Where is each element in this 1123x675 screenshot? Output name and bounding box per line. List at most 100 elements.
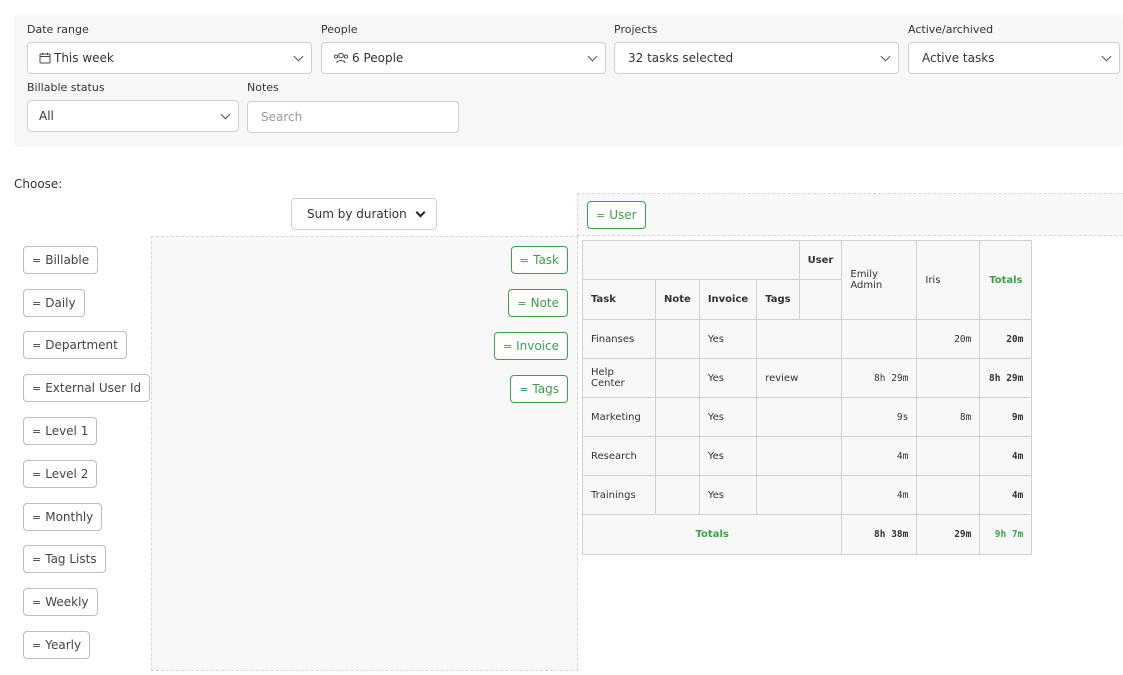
field-chip-label: Yearly xyxy=(45,638,82,652)
user-column-emily-admin: Emily Admin xyxy=(841,240,918,320)
people-label: People xyxy=(321,23,358,36)
notes-search-placeholder: Search xyxy=(261,110,303,124)
row-field-chip-invoice[interactable]: = Invoice xyxy=(493,332,568,360)
iris-value-cell xyxy=(916,358,981,398)
row-header-task: Task xyxy=(582,279,656,320)
sum-by-select[interactable]: Sum by duration xyxy=(291,198,437,230)
field-chip-department[interactable]: = Department xyxy=(23,331,127,359)
active-archived-field: Active/archived xyxy=(908,22,993,38)
row-total-cell: 20m xyxy=(979,319,1033,359)
field-chip-label: Tag Lists xyxy=(45,552,97,566)
row-field-chip-tags[interactable]: = Tags xyxy=(510,375,568,403)
note-cell xyxy=(655,475,700,515)
active-archived-select[interactable]: Active tasks xyxy=(908,42,1120,74)
grand-total-cell: 9h 7m xyxy=(979,514,1033,555)
drag-handle-icon: = xyxy=(519,253,530,267)
people-icon xyxy=(333,52,349,64)
row-field-chip-label: Note xyxy=(530,296,559,310)
drag-handle-icon: = xyxy=(32,424,42,438)
task-cell: Trainings xyxy=(582,475,656,515)
pivot-table: User Emily Admin Iris Totals Task Note I… xyxy=(581,240,1033,555)
date-range-select[interactable]: This week xyxy=(27,42,312,74)
totals-row-label: Totals xyxy=(581,514,843,555)
iris-total-cell: 29m xyxy=(916,514,981,555)
row-total-cell: 4m xyxy=(979,475,1033,515)
drag-handle-icon: = xyxy=(32,552,42,566)
totals-row: Totals 8h 38m 29m 9h 7m xyxy=(581,514,1033,555)
projects-value: 32 tasks selected xyxy=(628,51,734,65)
column-field-chip-label: User xyxy=(609,208,637,222)
field-chip-weekly[interactable]: = Weekly xyxy=(23,588,98,616)
chevron-down-icon xyxy=(220,109,231,120)
people-value: 6 People xyxy=(352,51,404,65)
date-range-field: Date range xyxy=(27,22,89,38)
calendar-icon xyxy=(39,52,51,64)
billable-status-select[interactable]: All xyxy=(27,100,239,132)
emily-total-cell: 8h 38m xyxy=(841,514,918,555)
iris-value-cell xyxy=(916,475,981,515)
sum-by-value: Sum by duration xyxy=(307,207,407,221)
invoice-cell: Yes xyxy=(698,319,758,359)
field-chip-label: Weekly xyxy=(45,595,89,609)
table-row: Marketing Yes 9s 8m 9m xyxy=(582,397,1033,437)
row-header-note: Note xyxy=(655,279,700,320)
projects-label: Projects xyxy=(614,23,658,36)
column-field-chip-user[interactable]: = User xyxy=(587,201,646,229)
invoice-cell: Yes xyxy=(698,358,758,398)
note-cell xyxy=(655,319,700,359)
field-chip-level-2[interactable]: = Level 2 xyxy=(23,460,98,488)
field-chip-billable[interactable]: = Billable xyxy=(23,246,99,274)
tags-cell: review xyxy=(756,358,843,398)
table-row: Help Center Yes review 8h 29m 8h 29m xyxy=(582,358,1033,398)
drag-handle-icon: = xyxy=(596,208,606,222)
row-header-invoice: Invoice xyxy=(698,279,758,320)
field-chip-monthly[interactable]: = Monthly xyxy=(23,503,103,531)
row-field-chip-label: Invoice xyxy=(516,339,559,353)
table-row: Research Yes 4m 4m xyxy=(582,436,1033,476)
projects-select[interactable]: 32 tasks selected xyxy=(614,42,899,74)
row-total-cell: 8h 29m xyxy=(979,358,1033,398)
people-select[interactable]: 6 People xyxy=(321,42,606,74)
date-range-label: Date range xyxy=(27,23,89,36)
tags-cell xyxy=(756,397,843,437)
invoice-cell: Yes xyxy=(698,397,758,437)
invoice-cell: Yes xyxy=(698,436,758,476)
column-fields-dropzone[interactable] xyxy=(577,193,1123,236)
drag-handle-icon: = xyxy=(519,382,529,396)
field-chip-tag-lists[interactable]: = Tag Lists xyxy=(23,545,106,573)
field-chip-level-1[interactable]: = Level 1 xyxy=(23,417,98,445)
drag-handle-icon: = xyxy=(32,296,42,310)
row-field-chip-task[interactable]: = Task xyxy=(510,246,568,274)
table-row: Finanses Yes 20m 20m xyxy=(582,319,1033,359)
field-chip-yearly[interactable]: = Yearly xyxy=(23,631,91,659)
drag-handle-icon: = xyxy=(32,338,42,352)
chevron-down-icon xyxy=(415,207,426,218)
totals-column-header: Totals xyxy=(979,240,1033,320)
emily-value-cell: 4m xyxy=(841,475,918,515)
row-total-cell: 9m xyxy=(979,397,1033,437)
row-field-chip-label: Task xyxy=(533,253,559,267)
field-chip-label: Monthly xyxy=(45,510,94,524)
tags-cell xyxy=(756,475,843,515)
drag-handle-icon: = xyxy=(32,467,42,481)
people-field: People xyxy=(321,22,358,38)
row-field-chip-note[interactable]: = Note xyxy=(508,289,568,317)
emily-value-cell: 8h 29m xyxy=(841,358,918,398)
drag-handle-icon: = xyxy=(32,253,42,267)
field-chip-external-user-id[interactable]: = External User Id xyxy=(23,374,151,402)
row-field-chip-label: Tags xyxy=(532,382,559,396)
chevron-down-icon xyxy=(587,51,598,62)
tags-cell xyxy=(756,319,843,359)
projects-field: Projects xyxy=(614,22,657,38)
billable-status-label: Billable status xyxy=(27,81,105,94)
field-chip-label: Billable xyxy=(45,253,90,267)
chevron-down-icon xyxy=(880,51,891,62)
date-range-value: This week xyxy=(54,51,114,65)
active-archived-label: Active/archived xyxy=(908,23,994,36)
notes-search-input[interactable]: Search xyxy=(247,101,459,133)
task-cell: Research xyxy=(582,436,656,476)
user-column-iris: Iris xyxy=(916,240,981,320)
task-cell: Help Center xyxy=(582,358,656,398)
note-cell xyxy=(655,397,700,437)
field-chip-daily[interactable]: = Daily xyxy=(23,289,85,317)
